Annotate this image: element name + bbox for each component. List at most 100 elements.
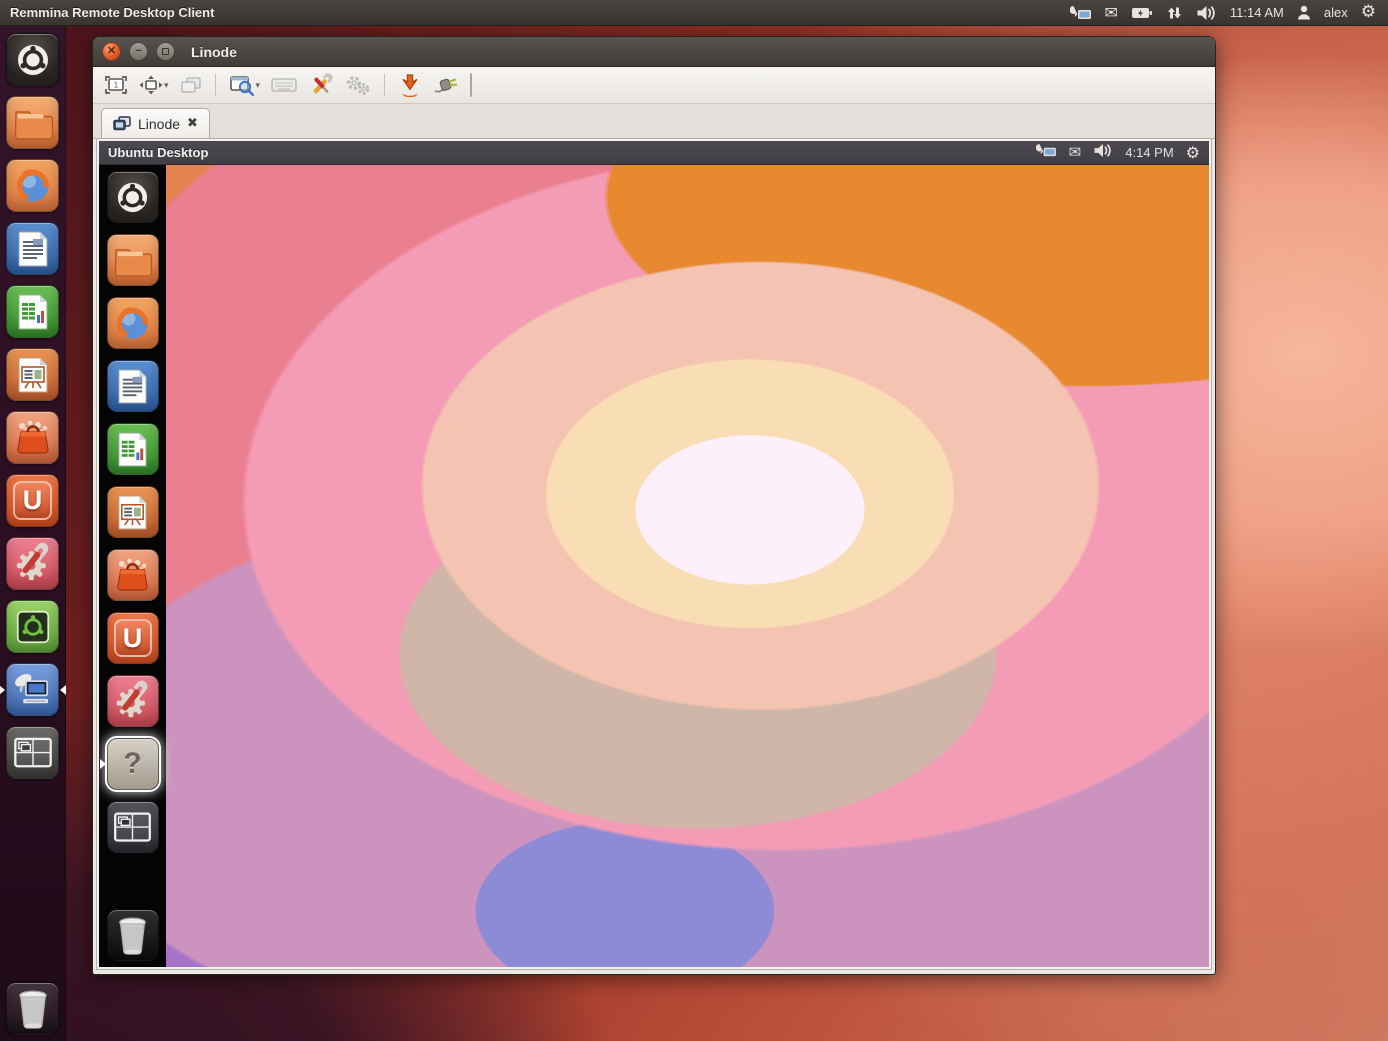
home-folder-icon [6,96,59,149]
toggle-fullscreen-button[interactable]: 1 [100,71,132,99]
remote-launcher: U ? [99,165,166,967]
username-label[interactable]: alex [1324,5,1348,20]
disconnect-button[interactable] [429,71,463,99]
host-top-panel: Remmina Remote Desktop Client ✉ 11:14 AM… [0,0,1388,26]
remmina-window: ✕ − Linode 1 ▾ ▾ [92,36,1216,975]
window-maximize-button[interactable] [156,42,175,61]
svg-text:1: 1 [114,81,119,90]
launcher-item-unknown-app[interactable]: ? [107,738,159,790]
connection-toolbar: 1 ▾ ▾ [93,67,1215,104]
user-icon[interactable] [1297,5,1311,20]
libreoffice-impress-icon [107,486,159,538]
remote-wallpaper[interactable] [166,165,1209,967]
launcher-item-system-settings[interactable] [107,675,159,727]
ubuntu-software-center-icon [107,549,159,601]
scaled-mode-button[interactable]: ▾ [225,71,265,99]
remote-tray: ✉ 4:14 PM ⚙ [1036,143,1209,163]
libreoffice-writer-icon [6,222,59,275]
launcher-item-calc[interactable] [107,423,159,475]
remote-top-panel[interactable]: Ubuntu Desktop ✉ 4:14 PM ⚙ [99,141,1209,165]
window-title: Linode [191,44,237,60]
home-folder-icon [107,234,159,286]
launcher-item-files[interactable] [6,96,59,149]
preferences-button [341,71,375,99]
tools-button[interactable] [304,71,338,99]
launcher-item-impress[interactable] [6,348,59,401]
dash-home-icon [6,33,59,86]
volume-icon[interactable] [1093,143,1113,163]
network-icon[interactable] [1070,5,1092,21]
dash-home-icon [107,171,159,223]
libreoffice-writer-icon [107,360,159,412]
launcher-item-dash[interactable] [107,171,159,223]
ubuntu-one-icon: U [6,474,59,527]
launcher-item-trash[interactable] [6,982,59,1035]
launcher-item-software-center[interactable] [107,549,159,601]
network-icon[interactable] [1036,143,1057,163]
host-clock[interactable]: 11:14 AM [1230,5,1284,20]
ubuntu-one-letter: U [123,623,143,654]
minimize-window-button[interactable] [394,71,426,99]
remote-desktop-view[interactable]: Ubuntu Desktop ✉ 4:14 PM ⚙ [97,139,1211,969]
mail-icon[interactable]: ✉ [1069,145,1082,160]
sync-arrows-icon[interactable] [1166,5,1183,21]
grab-keyboard-button [267,71,301,99]
launcher-item-software-center[interactable] [6,411,59,464]
tab-linode[interactable]: Linode ✖ [101,108,210,138]
launcher-item-trash[interactable] [107,909,159,961]
duplicate-connection-button [176,71,206,99]
launcher-item-workspaces[interactable] [6,726,59,779]
window-minimize-button[interactable]: − [129,42,148,61]
resize-to-fit-button[interactable]: ▾ [135,71,173,99]
maximize-icon [162,48,169,55]
launcher-item-writer[interactable] [107,360,159,412]
launcher-item-files[interactable] [107,234,159,286]
ubuntu-one-inner: U [13,481,52,520]
host-launcher: U [0,26,66,1041]
launcher-item-remmina[interactable] [6,663,59,716]
software-updater-icon [6,600,59,653]
launcher-item-software-updater[interactable] [6,600,59,653]
ubuntu-software-center-icon [6,411,59,464]
session-gear-icon[interactable]: ⚙ [1361,4,1376,21]
chevron-down-icon: ▾ [164,80,169,91]
toolbar-separator [215,74,216,96]
focused-indicator-arrow [60,685,66,695]
ubuntu-one-icon: U [107,612,159,664]
launcher-item-system-settings[interactable] [6,537,59,590]
window-close-button[interactable]: ✕ [102,42,121,61]
launcher-item-writer[interactable] [6,222,59,275]
trash-icon [107,909,159,961]
tab-close-icon[interactable]: ✖ [187,116,198,131]
firefox-icon [107,297,159,349]
firefox-icon [6,159,59,212]
battery-icon[interactable] [1131,6,1153,20]
volume-icon[interactable] [1196,5,1217,21]
window-titlebar[interactable]: ✕ − Linode [93,37,1215,67]
launcher-item-calc[interactable] [6,285,59,338]
chevron-down-icon: ▾ [256,80,261,91]
launcher-item-impress[interactable] [107,486,159,538]
host-panel-app-title: Remmina Remote Desktop Client [0,5,214,20]
unknown-app-icon: ? [107,738,159,790]
libreoffice-calc-icon [107,423,159,475]
remote-panel-title: Ubuntu Desktop [99,145,208,160]
remmina-icon [6,663,59,716]
mail-icon[interactable]: ✉ [1105,5,1118,21]
host-tray: ✉ 11:14 AM alex ⚙ [1070,4,1388,21]
remote-clock[interactable]: 4:14 PM [1125,145,1173,160]
launcher-item-ubuntu-one[interactable]: U [107,612,159,664]
running-indicator-arrow [0,685,5,695]
launcher-item-firefox[interactable] [6,159,59,212]
trash-icon [6,982,59,1035]
launcher-item-workspaces[interactable] [107,801,159,853]
ubuntu-one-letter: U [23,485,43,516]
launcher-item-ubuntu-one[interactable]: U [6,474,59,527]
session-gear-icon[interactable]: ⚙ [1186,145,1200,161]
libreoffice-calc-icon [6,285,59,338]
libreoffice-impress-icon [6,348,59,401]
toolbar-handle [470,73,472,97]
launcher-item-dash[interactable] [6,33,59,86]
launcher-item-firefox[interactable] [107,297,159,349]
workspace-switcher-icon [107,801,159,853]
